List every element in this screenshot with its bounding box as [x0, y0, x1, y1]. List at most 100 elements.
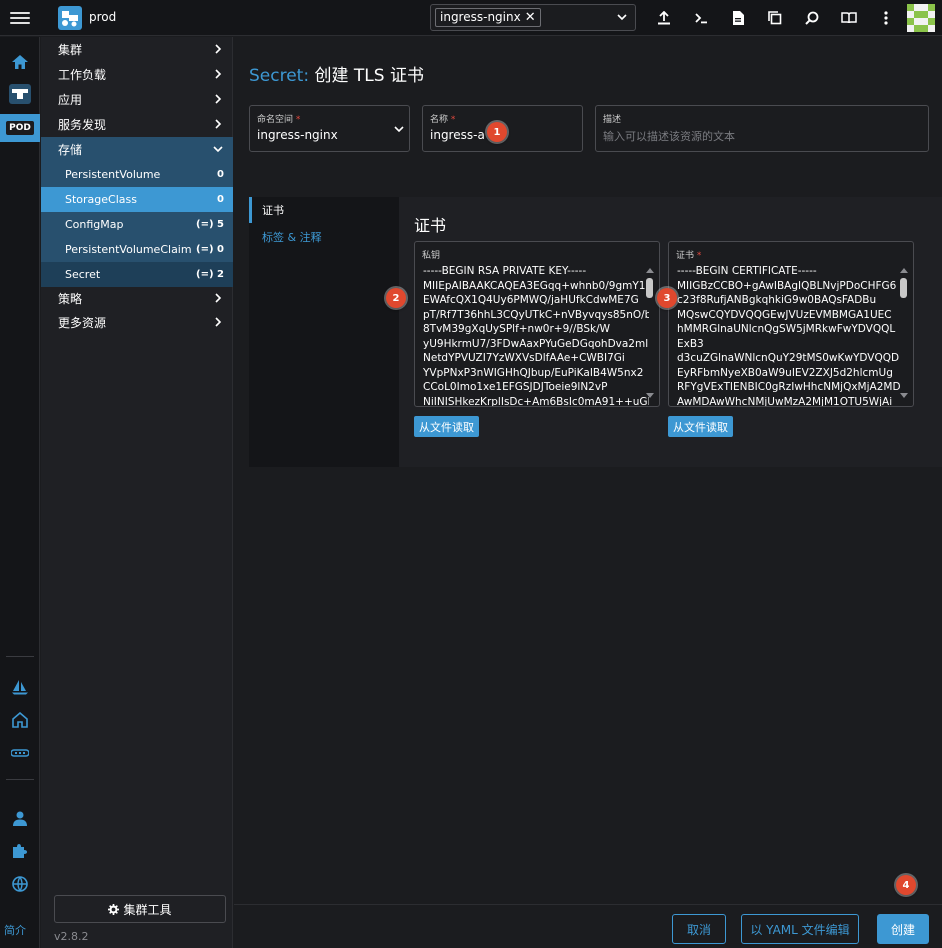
- resource-type-link[interactable]: Secret:: [249, 66, 309, 86]
- name-label: 名称: [430, 115, 449, 125]
- intro-link[interactable]: 简介: [4, 922, 26, 938]
- nav-item-storageclass[interactable]: StorageClass 0: [41, 187, 233, 212]
- kubeconfig-download-icon[interactable]: [719, 0, 756, 36]
- certificate-panel: 证书 私钥 -----BEGIN RSA PRIVATE KEY----- MI…: [399, 197, 942, 467]
- chevron-right-icon: [215, 293, 222, 303]
- nav-group-cluster[interactable]: 集群: [41, 37, 233, 62]
- rail-divider: [6, 779, 34, 780]
- read-private-key-file-button[interactable]: 从文件读取: [414, 416, 479, 437]
- namespaced-icon: (=): [196, 269, 214, 280]
- nav-item-label: PersistentVolume: [65, 168, 161, 181]
- chevron-right-icon: [215, 44, 222, 54]
- description-input[interactable]: 输入可以描述该资源的文本: [603, 128, 735, 144]
- pod-label: POD: [6, 121, 34, 135]
- nav-group-policy[interactable]: 策略: [41, 286, 233, 311]
- nav-item-persistentvolumeclaim[interactable]: PersistentVolumeClaim (=) 0: [41, 237, 233, 262]
- users-icon[interactable]: [0, 805, 40, 831]
- nav-group-label: 策略: [58, 292, 83, 306]
- nav-item-secret[interactable]: Secret (=) 2: [41, 262, 233, 287]
- step-badge: 3: [657, 288, 677, 308]
- nav-item-count: 0: [217, 194, 224, 205]
- cancel-button[interactable]: 取消: [672, 914, 726, 944]
- nav-group-label: 更多资源: [58, 316, 107, 330]
- namespaced-icon: (=): [196, 244, 214, 255]
- nav-item-label: ConfigMap: [65, 218, 124, 231]
- namespace-filter-select[interactable]: ingress-nginx ✕: [430, 4, 636, 31]
- fleet-sail-icon[interactable]: [0, 674, 40, 700]
- required-mark: *: [450, 115, 456, 125]
- private-key-textarea[interactable]: 私钥 -----BEGIN RSA PRIVATE KEY----- MIIEp…: [414, 241, 660, 407]
- page-title: Secret: 创建 TLS 证书: [249, 61, 424, 86]
- read-certificate-file-button[interactable]: 从文件读取: [668, 416, 733, 437]
- nav-item-persistentvolume[interactable]: PersistentVolume 0: [41, 162, 233, 187]
- chip-remove-icon[interactable]: ✕: [525, 9, 536, 26]
- namespace-select[interactable]: 命名空间 * ingress-nginx: [249, 105, 410, 152]
- private-key-value: -----BEGIN RSA PRIVATE KEY----- MIIEpAIB…: [423, 265, 649, 407]
- nav-item-count-value: 2: [217, 269, 224, 280]
- pod-cluster-icon[interactable]: POD: [0, 114, 40, 142]
- chevron-right-icon: [215, 119, 222, 129]
- chevron-down-icon: [394, 126, 404, 133]
- nav-item-label: Secret: [65, 268, 101, 281]
- cluster-explorer-icon[interactable]: [0, 81, 40, 107]
- cluster-name: prod: [89, 10, 117, 24]
- form-footer: 取消 以 YAML 文件编辑 创建: [234, 904, 942, 948]
- certificate-label: 证书: [676, 251, 695, 261]
- nav-item-count: 0: [217, 169, 224, 180]
- nav-item-count: (=) 2: [196, 269, 224, 280]
- required-mark: *: [295, 115, 301, 125]
- user-avatar[interactable]: [907, 4, 935, 32]
- nav-group-more-resources[interactable]: 更多资源: [41, 310, 233, 335]
- cluster-tools-label: 集群工具: [123, 902, 172, 917]
- description-field[interactable]: 描述 输入可以描述该资源的文本: [595, 105, 929, 152]
- home-icon[interactable]: [0, 49, 40, 75]
- network-icon[interactable]: [0, 740, 40, 766]
- name-input[interactable]: ingress-a: [430, 128, 485, 142]
- chevron-right-icon: [215, 69, 222, 79]
- import-yaml-icon[interactable]: [645, 0, 682, 36]
- nav-item-count-value: 0: [217, 244, 224, 255]
- nav-group-label: 服务发现: [58, 118, 107, 132]
- step-badge: 2: [386, 288, 406, 308]
- chevron-down-icon: [617, 14, 627, 21]
- menu-icon[interactable]: [10, 9, 30, 27]
- nav-group-label: 存储: [58, 143, 83, 157]
- nav-group-storage[interactable]: 存储: [41, 137, 233, 162]
- namespaced-icon: (=): [196, 219, 214, 230]
- cluster-tools-button[interactable]: 集群工具: [54, 895, 226, 923]
- chevron-right-icon: [215, 317, 222, 327]
- main-content: Secret: 创建 TLS 证书 命名空间 * ingress-nginx 名…: [234, 37, 942, 948]
- more-icon[interactable]: [867, 0, 904, 36]
- nav-item-configmap[interactable]: ConfigMap (=) 5: [41, 212, 233, 237]
- create-button[interactable]: 创建: [877, 914, 929, 944]
- tab-labels-annotations[interactable]: 标签 & 注释: [249, 224, 399, 250]
- nav-item-count-value: 5: [217, 219, 224, 230]
- extensions-puzzle-icon[interactable]: [0, 838, 40, 864]
- docs-icon[interactable]: [830, 0, 867, 36]
- certificate-textarea[interactable]: 证书 * -----BEGIN CERTIFICATE----- MIIGBzC…: [668, 241, 914, 407]
- step-badge: 4: [896, 875, 916, 895]
- nav-group-apps[interactable]: 应用: [41, 87, 233, 112]
- namespace-label: 命名空间: [257, 115, 294, 125]
- step-badge: 1: [487, 122, 507, 142]
- tab-list: 证书 标签 & 注释: [249, 197, 399, 467]
- search-icon[interactable]: [793, 0, 830, 36]
- nav-item-label: PersistentVolumeClaim: [65, 243, 192, 256]
- edit-as-yaml-button[interactable]: 以 YAML 文件编辑: [741, 914, 859, 944]
- chevron-down-icon: [213, 146, 223, 153]
- tab-certificate[interactable]: 证书: [249, 197, 399, 223]
- virtualization-icon[interactable]: [0, 707, 40, 733]
- section-title: 证书: [414, 216, 447, 235]
- scrollbar[interactable]: [645, 268, 655, 398]
- kubectl-shell-icon[interactable]: [682, 0, 719, 36]
- nav-group-workloads[interactable]: 工作负载: [41, 62, 233, 87]
- nav-item-label: StorageClass: [65, 193, 137, 206]
- side-navigation: 集群 工作负载 应用 服务发现 存储 PersistentVolume 0 St…: [41, 37, 233, 948]
- required-mark: *: [696, 251, 702, 261]
- global-settings-icon[interactable]: [0, 871, 40, 897]
- copy-kubeconfig-icon[interactable]: [756, 0, 793, 36]
- cluster-logo-icon: [58, 6, 82, 30]
- scrollbar[interactable]: [899, 268, 909, 398]
- gear-icon: [108, 903, 120, 915]
- nav-group-service-discovery[interactable]: 服务发现: [41, 112, 233, 137]
